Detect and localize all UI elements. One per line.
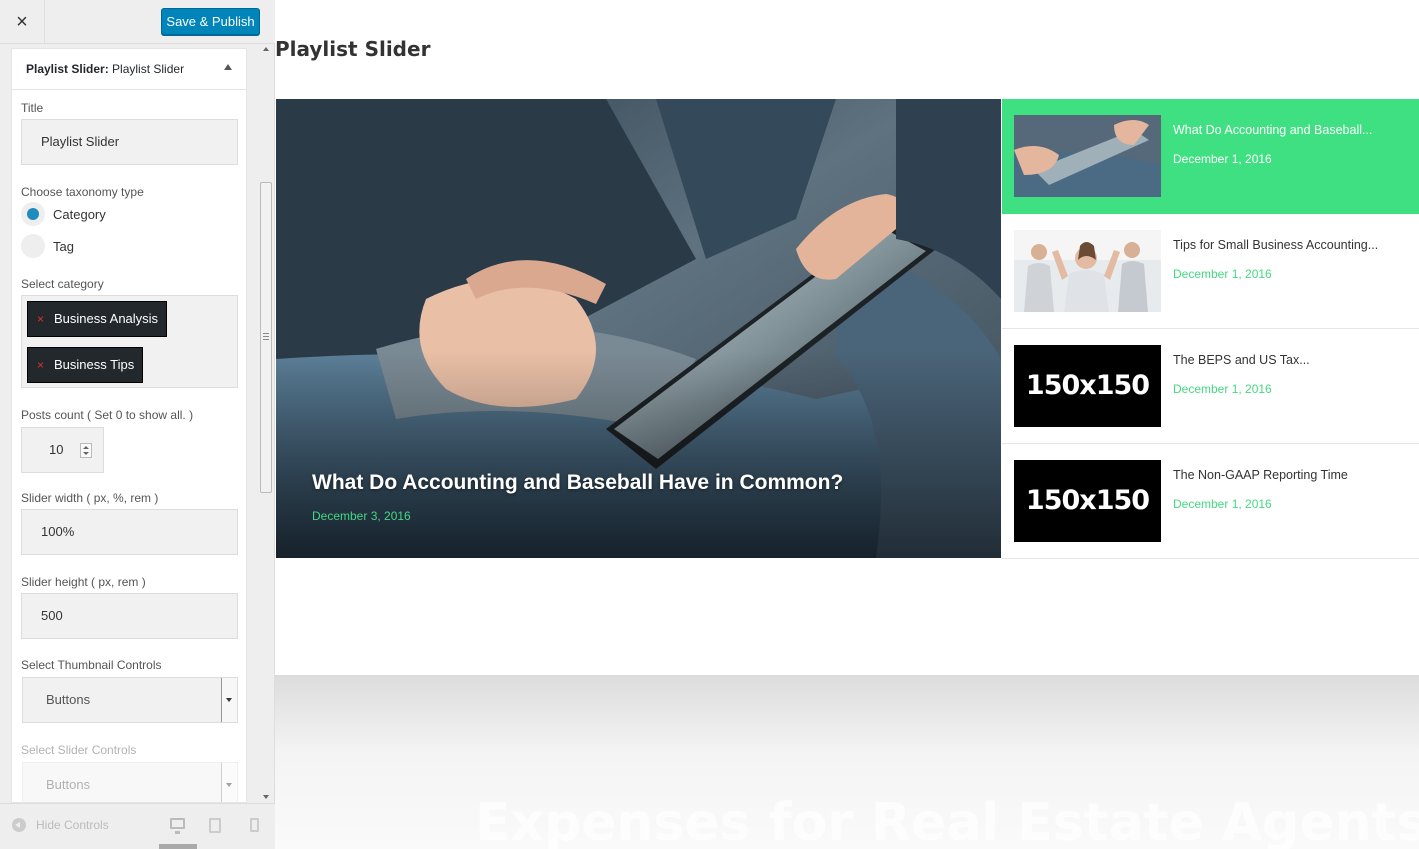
stepper-icon[interactable]	[80, 443, 92, 458]
playlist: What Do Accounting and Baseball... Decem…	[1002, 99, 1419, 559]
customizer-sidebar: × Save & Publish Playlist Slider: Playli…	[0, 0, 275, 849]
placeholder-thumbnail: 150x150	[1014, 460, 1161, 542]
save-publish-button[interactable]: Save & Publish	[161, 8, 260, 35]
radio-unchecked-icon[interactable]	[21, 234, 45, 258]
slide-date: December 3, 2016	[312, 509, 411, 523]
thumbnail-controls-value: Buttons	[46, 692, 91, 707]
remove-icon[interactable]: ×	[37, 348, 44, 382]
title-label: Title	[21, 101, 44, 115]
radio-category-label: Category	[53, 206, 106, 222]
widget-heading: Playlist Slider	[275, 37, 431, 61]
grip-icon	[263, 333, 269, 340]
category-chip[interactable]: × Business Analysis	[27, 301, 168, 337]
radio-category[interactable]: Category	[21, 202, 106, 226]
collapse-arrow-icon[interactable]	[224, 64, 232, 70]
active-device-indicator	[159, 844, 197, 849]
slider-width-input[interactable]: 100%	[21, 509, 238, 555]
slider-height-input[interactable]: 500	[21, 593, 238, 639]
main-slide[interactable]: What Do Accounting and Baseball Have in …	[276, 99, 1001, 558]
collapse-sidebar-icon	[12, 818, 26, 832]
customizer-footer: Hide Controls	[0, 803, 275, 849]
thumbnail-image	[1014, 115, 1161, 197]
widget-title-label: Playlist Slider	[112, 62, 185, 76]
chevron-down-icon[interactable]	[221, 678, 237, 722]
playlist-item-title: The Non-GAAP Reporting Time	[1173, 468, 1348, 482]
site-preview: Playlist Slider What Do Accounting and B…	[275, 0, 1419, 849]
scroll-down-icon[interactable]	[263, 795, 269, 799]
hide-controls-button[interactable]: Hide Controls	[12, 818, 109, 832]
posts-count-label: Posts count ( Set 0 to show all. )	[21, 408, 194, 422]
category-label: Select category	[21, 277, 104, 291]
playlist-item-title: What Do Accounting and Baseball...	[1173, 123, 1373, 137]
hide-controls-label: Hide Controls	[36, 818, 109, 832]
banner-heading: Expenses for Real Estate Agents	[475, 793, 1419, 849]
tablet-photo-icon	[1014, 115, 1161, 197]
slider-height-label: Slider height ( px, rem )	[21, 575, 146, 589]
category-chip[interactable]: × Business Tips	[27, 347, 144, 383]
playlist-item[interactable]: 150x150 The BEPS and US Tax... December …	[1002, 329, 1419, 444]
slider-width-label: Slider width ( px, %, rem )	[21, 491, 159, 505]
playlist-item-date: December 1, 2016	[1173, 267, 1272, 281]
tablet-preview-icon[interactable]	[209, 818, 221, 833]
category-multiselect[interactable]: × Business Analysis × Business Tips	[21, 295, 238, 388]
thumbnail-controls-label: Select Thumbnail Controls	[21, 658, 162, 672]
widget-header[interactable]: Playlist Slider: Playlist Slider	[12, 49, 246, 90]
next-section-banner: Expenses for Real Estate Agents	[275, 675, 1419, 849]
slider-controls-select[interactable]: Buttons	[22, 762, 238, 802]
slide-caption[interactable]: What Do Accounting and Baseball Have in …	[312, 471, 843, 495]
playlist-item-date: December 1, 2016	[1173, 382, 1272, 396]
title-input[interactable]: Playlist Slider	[21, 119, 238, 165]
playlist-item-title: The BEPS and US Tax...	[1173, 353, 1310, 367]
slider-controls-label: Select Slider Controls	[21, 743, 137, 757]
posts-count-value: 10	[49, 442, 64, 457]
playlist-item[interactable]: What Do Accounting and Baseball... Decem…	[1002, 99, 1419, 214]
playlist-item-title: Tips for Small Business Accounting...	[1173, 238, 1379, 252]
thumbnail-image	[1014, 230, 1161, 312]
widget-type-label: Playlist Slider:	[26, 62, 109, 76]
placeholder-thumbnail: 150x150	[1014, 345, 1161, 427]
customizer-header: × Save & Publish	[0, 0, 275, 44]
widget-panel: Playlist Slider: Playlist Slider Title P…	[11, 48, 247, 803]
radio-tag-label: Tag	[53, 238, 74, 254]
taxonomy-label: Choose taxonomy type	[21, 185, 144, 199]
chevron-down-icon[interactable]	[221, 763, 237, 802]
mobile-preview-icon[interactable]	[250, 818, 259, 832]
thumbnail-controls-select[interactable]: Buttons	[22, 677, 238, 723]
scroll-up-icon[interactable]	[263, 47, 269, 51]
radio-tag[interactable]: Tag	[21, 234, 74, 258]
radio-checked-icon[interactable]	[21, 202, 45, 226]
scroll-thumb[interactable]	[260, 182, 272, 493]
slider-controls-value: Buttons	[46, 777, 91, 792]
desktop-preview-icon[interactable]	[170, 818, 185, 834]
category-chip-label: Business Analysis	[54, 311, 159, 326]
posts-count-input[interactable]: 10	[21, 427, 104, 473]
playlist-item-date: December 1, 2016	[1173, 497, 1272, 511]
close-icon[interactable]: ×	[0, 0, 45, 44]
remove-icon[interactable]: ×	[37, 302, 44, 336]
playlist-item[interactable]: 150x150 The Non-GAAP Reporting Time Dece…	[1002, 444, 1419, 559]
category-chip-label: Business Tips	[54, 357, 135, 372]
team-photo-icon	[1014, 230, 1161, 312]
playlist-item-date: December 1, 2016	[1173, 152, 1272, 166]
panel-scrollbar[interactable]	[258, 44, 274, 802]
playlist-item[interactable]: Tips for Small Business Accounting... De…	[1002, 214, 1419, 329]
